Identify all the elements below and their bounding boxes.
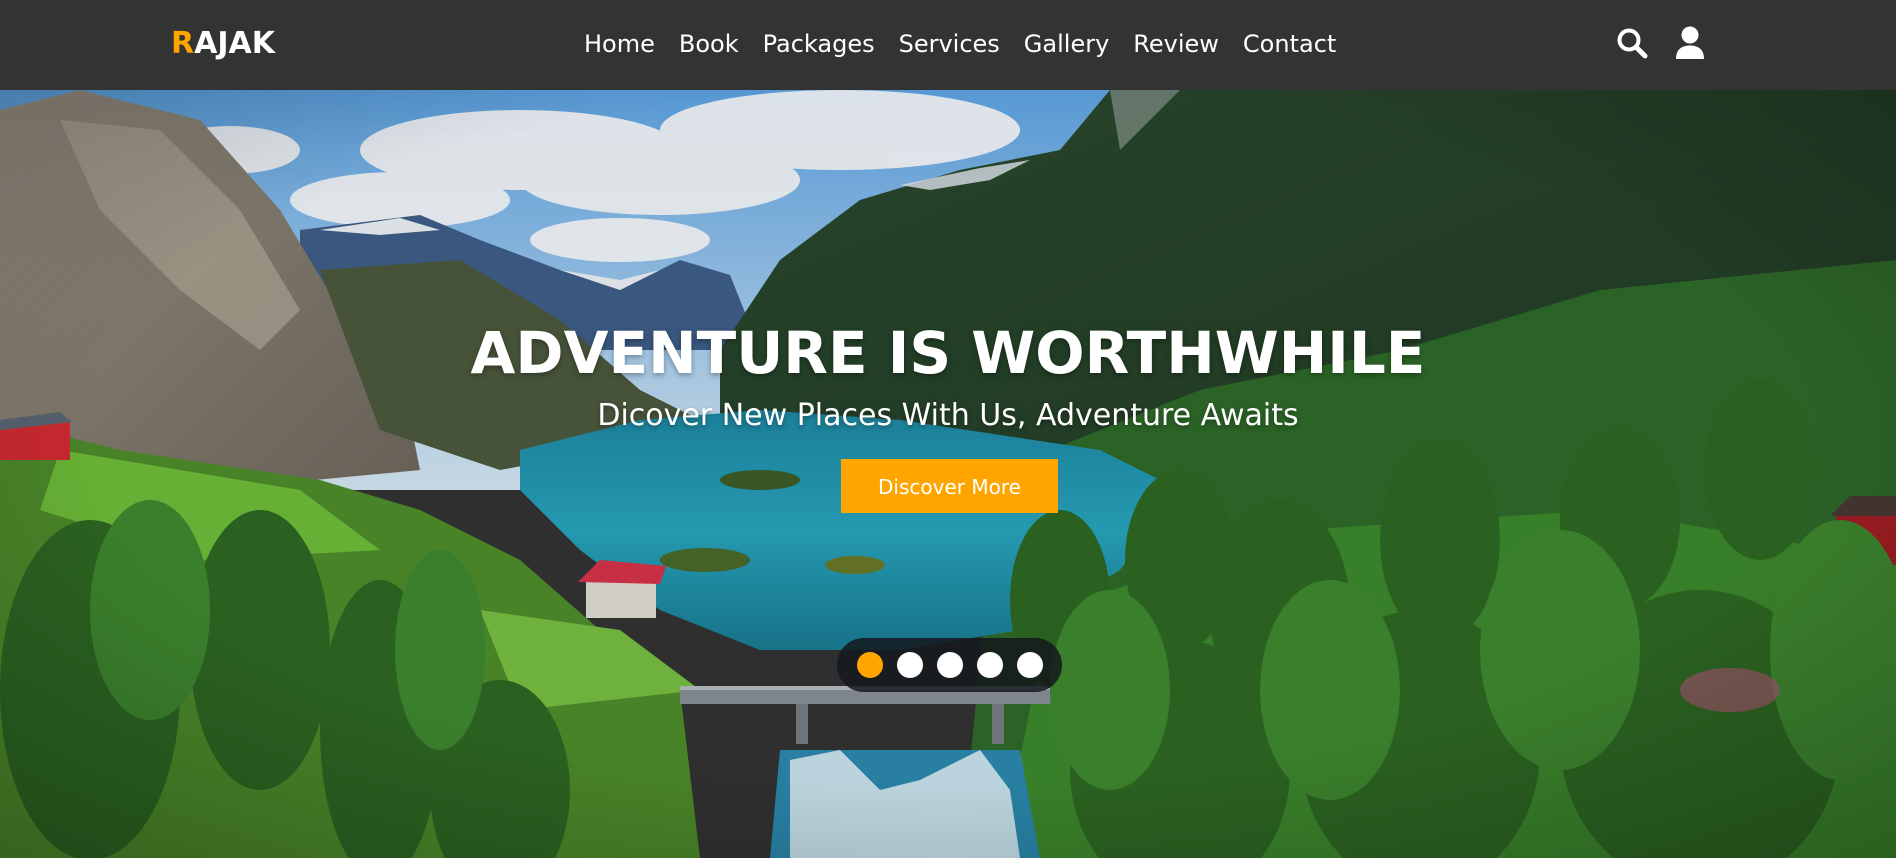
slider-dot-2[interactable] bbox=[896, 652, 923, 678]
user-icon[interactable] bbox=[1673, 26, 1707, 60]
brand-logo[interactable]: RAJAK bbox=[171, 24, 275, 64]
nav-packages[interactable]: Packages bbox=[763, 24, 875, 64]
hero-section: ADVENTURE IS WORTHWHILE Dicover New Plac… bbox=[0, 90, 1896, 858]
logo-first-letter: R bbox=[171, 26, 195, 61]
nav-contact[interactable]: Contact bbox=[1243, 24, 1336, 64]
hero-subtitle: Dicover New Places With Us, Adventure Aw… bbox=[597, 398, 1299, 433]
slider-dot-5[interactable] bbox=[1016, 652, 1043, 678]
slider-pagination bbox=[837, 638, 1062, 692]
search-icon[interactable] bbox=[1615, 26, 1649, 60]
site-header: RAJAK Home Book Packages Services Galler… bbox=[0, 0, 1896, 90]
hero-title: ADVENTURE IS WORTHWHILE bbox=[470, 319, 1426, 387]
nav-home[interactable]: Home bbox=[584, 24, 655, 64]
slider-dot-3[interactable] bbox=[936, 652, 963, 678]
nav-services[interactable]: Services bbox=[899, 24, 1000, 64]
main-nav: Home Book Packages Services Gallery Revi… bbox=[584, 24, 1336, 64]
discover-more-button[interactable]: Discover More bbox=[841, 459, 1058, 513]
slider-dot-4[interactable] bbox=[976, 652, 1003, 678]
slider-dot-1[interactable] bbox=[856, 652, 883, 678]
nav-review[interactable]: Review bbox=[1133, 24, 1219, 64]
header-icons bbox=[1615, 26, 1707, 60]
nav-book[interactable]: Book bbox=[679, 24, 739, 64]
nav-gallery[interactable]: Gallery bbox=[1024, 24, 1109, 64]
logo-rest: AJAK bbox=[194, 26, 275, 61]
